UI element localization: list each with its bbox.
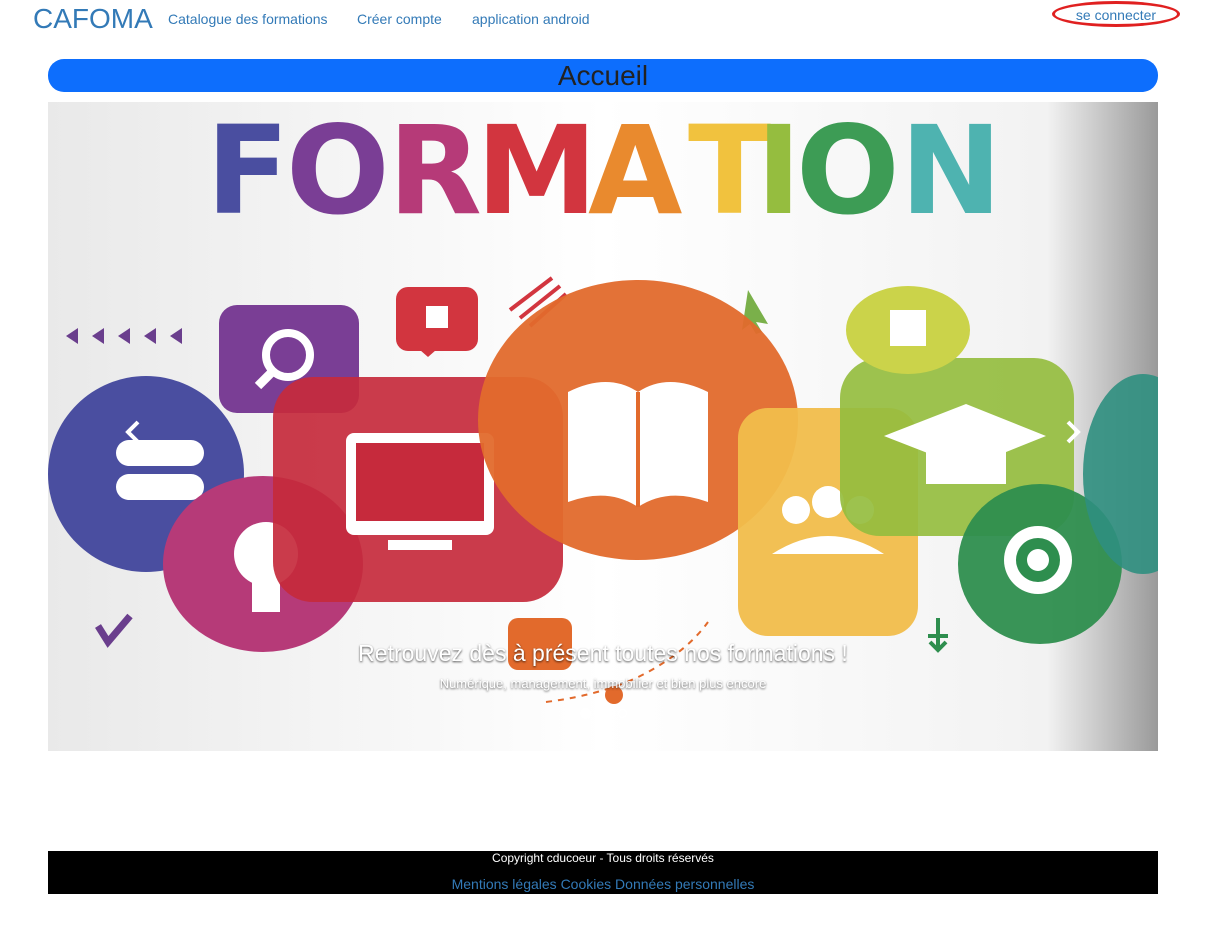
nav-link-catalogue[interactable]: Catalogue des formations — [168, 11, 328, 27]
svg-text:F: F — [206, 102, 289, 242]
login-link[interactable]: se connecter — [1052, 1, 1180, 27]
carousel: F O R M A T I O N Retrouvez dès à présen… — [48, 102, 1158, 751]
svg-text:R: R — [388, 102, 482, 242]
page-title: Accueil — [557, 60, 649, 91]
carousel-indicator-3[interactable] — [606, 709, 615, 718]
footer-link-legal[interactable]: Mentions légales — [452, 876, 557, 892]
carousel-indicator-1[interactable] — [580, 708, 591, 719]
svg-text:N: N — [900, 102, 1002, 242]
carousel-indicator-4[interactable] — [618, 709, 627, 718]
nav-link-android-app[interactable]: application android — [472, 11, 590, 27]
carousel-caption-title: Retrouvez dès à présent toutes nos forma… — [358, 640, 848, 666]
brand-link[interactable]: CAFOMA — [33, 2, 153, 36]
svg-text:I: I — [756, 102, 801, 242]
footer: Copyright cducoeur - Tous droits réservé… — [48, 851, 1158, 894]
footer-copyright: Copyright cducoeur - Tous droits réservé… — [492, 851, 714, 865]
nav-link-create-account[interactable]: Créer compte — [357, 11, 442, 27]
carousel-indicator-2[interactable] — [594, 709, 603, 718]
footer-link-cookies[interactable]: Cookies — [561, 876, 612, 892]
svg-text:O: O — [796, 102, 900, 242]
carousel-caption-subtitle: Numérique, management, immobilier et bie… — [439, 676, 767, 691]
carousel-prev-icon[interactable] — [120, 418, 148, 446]
carousel-indicators — [580, 708, 627, 719]
svg-text:M: M — [476, 102, 597, 242]
footer-links: Mentions légales Cookies Données personn… — [48, 876, 1158, 892]
footer-link-personal-data[interactable]: Données personnelles — [615, 876, 754, 892]
svg-text:A: A — [588, 102, 682, 242]
page-title-bar: Accueil — [48, 59, 1158, 92]
svg-text:O: O — [286, 102, 390, 242]
carousel-next-icon[interactable] — [1058, 418, 1086, 446]
